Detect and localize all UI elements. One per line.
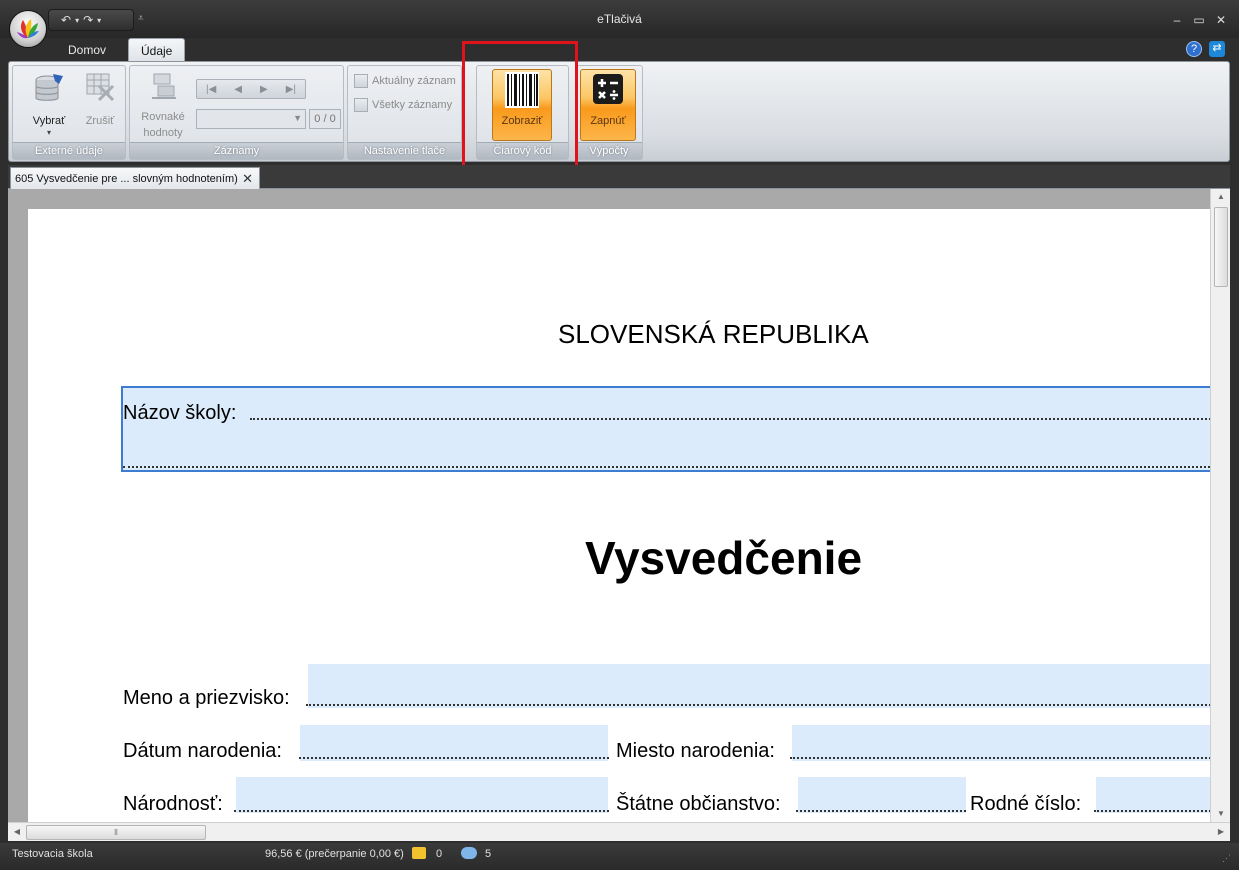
status-credit: 96,56 € (prečerpanie 0,00 €): [265, 848, 404, 860]
document-tab-title: 605 Vysvedčenie pre ... slovným hodnoten…: [15, 173, 238, 185]
group-external-data: Vybrať ▾ Zrušiť Externé údaje: [12, 65, 126, 160]
scroll-down-icon[interactable]: ▼: [1211, 806, 1231, 822]
vertical-scroll-thumb[interactable]: [1214, 207, 1228, 287]
scroll-right-icon[interactable]: ▶: [1214, 824, 1228, 840]
previous-record-icon[interactable]: ◀: [234, 84, 242, 95]
status-messages: 5: [485, 848, 492, 860]
status-bar: Testovacia škola 96,56 € (prečerpanie 0,…: [0, 843, 1239, 870]
horizontal-scrollbar[interactable]: ◀ ⦀ ▶: [8, 822, 1230, 841]
school-name-dots: [250, 418, 1230, 420]
highlight-annotation: [462, 41, 578, 180]
cancel-button[interactable]: Zrušiť: [75, 68, 125, 128]
app-window: ↶ ▾ ↷ ▾ ⩡ eTlačivá – ▭ ✕ Domov Údaje ? ⇄: [0, 0, 1239, 870]
help-icon[interactable]: ?: [1186, 41, 1202, 57]
current-record-checkbox[interactable]: [354, 74, 368, 88]
document-page: SLOVENSKÁ REPUBLIKA Názov školy: Vysvedč…: [28, 209, 1230, 822]
cancel-table-icon: [86, 73, 115, 102]
minimize-button[interactable]: –: [1168, 12, 1186, 28]
document-header: SLOVENSKÁ REPUBLIKA: [558, 319, 869, 349]
ribbon: Vybrať ▾ Zrušiť Externé údaje Rovnaké ho…: [8, 61, 1230, 162]
remote-support-icon[interactable]: ⇄: [1209, 41, 1225, 57]
tab-document[interactable]: 605 Vysvedčenie pre ... slovným hodnoten…: [10, 167, 260, 190]
select-dropdown-icon: ▾: [46, 128, 51, 137]
group-label-calculations: Výpočty: [576, 142, 642, 159]
same-values-label-1: Rovnaké: [141, 111, 185, 123]
group-calculations: Zapnúť Výpočty: [575, 65, 643, 160]
application-menu-button[interactable]: [9, 10, 47, 48]
birth-place-dots: [790, 757, 1230, 759]
next-record-icon[interactable]: ▶: [260, 84, 268, 95]
current-record-option[interactable]: Aktuálny záznam: [354, 72, 456, 90]
birth-date-field[interactable]: [300, 725, 608, 761]
all-records-checkbox[interactable]: [354, 98, 368, 112]
ribbon-tab-bar: Domov Údaje: [0, 38, 1239, 62]
tab-domov[interactable]: Domov: [56, 38, 118, 62]
name-field[interactable]: [308, 664, 1230, 708]
last-record-icon[interactable]: ▶|: [286, 84, 296, 95]
record-selector[interactable]: ▼: [196, 109, 306, 129]
name-dots: [306, 704, 1230, 706]
nationality-dots: [234, 810, 609, 812]
name-label: Meno a priezvisko:: [123, 687, 290, 709]
resize-grip-icon[interactable]: ⋰: [1222, 853, 1231, 864]
vertical-scrollbar[interactable]: ▲ ▼: [1210, 189, 1230, 822]
group-label-external: Externé údaje: [13, 142, 125, 159]
document-viewport: SLOVENSKÁ REPUBLIKA Názov školy: Vysvedč…: [8, 189, 1230, 822]
school-name-label: Názov školy:: [123, 402, 237, 424]
enable-calculations-label: Zapnúť: [590, 115, 626, 127]
school-name-field[interactable]: [121, 386, 1230, 472]
package-icon[interactable]: [412, 847, 426, 859]
birth-place-field[interactable]: [792, 725, 1230, 761]
window-title: eTlačivá: [597, 12, 642, 26]
status-school: Testovacia škola: [12, 848, 93, 860]
calculator-icon: [593, 74, 623, 104]
same-values-button[interactable]: Rovnaké hodnoty: [134, 68, 192, 140]
group-label-records: Záznamy: [130, 142, 343, 159]
group-label-print-settings: Nastavenie tlače: [348, 142, 461, 159]
cancel-button-label: Zrušiť: [85, 115, 115, 127]
birth-date-dots: [299, 757, 609, 759]
maximize-button[interactable]: ▭: [1190, 12, 1208, 28]
same-values-icon: [152, 73, 176, 99]
status-packages: 0: [436, 848, 443, 860]
nationality-label: Národnosť:: [123, 793, 223, 815]
first-record-icon[interactable]: |◀: [206, 84, 216, 95]
birth-number-label: Rodné číslo:: [970, 793, 1082, 815]
all-records-label: Všetky záznamy: [372, 99, 453, 111]
current-record-label: Aktuálny záznam: [372, 75, 456, 87]
close-button[interactable]: ✕: [1212, 12, 1230, 28]
chevron-down-icon: ▼: [293, 113, 302, 123]
record-navigator: |◀ ◀ ▶ ▶|: [196, 79, 306, 99]
tab-udaje[interactable]: Údaje: [128, 38, 186, 62]
scroll-left-icon[interactable]: ◀: [10, 824, 24, 840]
enable-calculations-button[interactable]: Zapnúť: [580, 69, 636, 141]
birth-place-label: Miesto narodenia:: [616, 740, 775, 762]
database-icon: [35, 74, 63, 101]
message-icon[interactable]: [461, 847, 477, 859]
select-button[interactable]: Vybrať ▾: [19, 68, 79, 140]
close-tab-icon[interactable]: ✕: [242, 168, 253, 190]
scroll-up-icon[interactable]: ▲: [1211, 189, 1231, 205]
group-print-settings: Aktuálny záznam Všetky záznamy Nastaveni…: [347, 65, 462, 160]
group-records: Rovnaké hodnoty |◀ ◀ ▶ ▶| ▼ 0 / 0 Záznam…: [129, 65, 344, 160]
all-records-option[interactable]: Všetky záznamy: [354, 96, 452, 114]
record-counter: 0 / 0: [309, 109, 341, 129]
document-tab-bar: 605 Vysvedčenie pre ... slovným hodnoten…: [8, 165, 1230, 190]
birth-date-label: Dátum narodenia:: [123, 740, 282, 762]
same-values-label-2: hodnoty: [143, 127, 183, 139]
citizenship-dots: [796, 810, 966, 812]
nationality-field[interactable]: [236, 777, 608, 813]
school-name-dots-2: [123, 466, 1230, 468]
document-title: Vysvedčenie: [585, 532, 863, 584]
horizontal-scroll-thumb[interactable]: ⦀: [26, 825, 206, 840]
citizenship-label: Štátne občianstvo:: [616, 793, 781, 815]
title-bar: ↶ ▾ ↷ ▾ ⩡ eTlačivá – ▭ ✕: [0, 0, 1239, 40]
citizenship-field[interactable]: [798, 777, 966, 813]
app-logo-icon: [17, 19, 39, 39]
